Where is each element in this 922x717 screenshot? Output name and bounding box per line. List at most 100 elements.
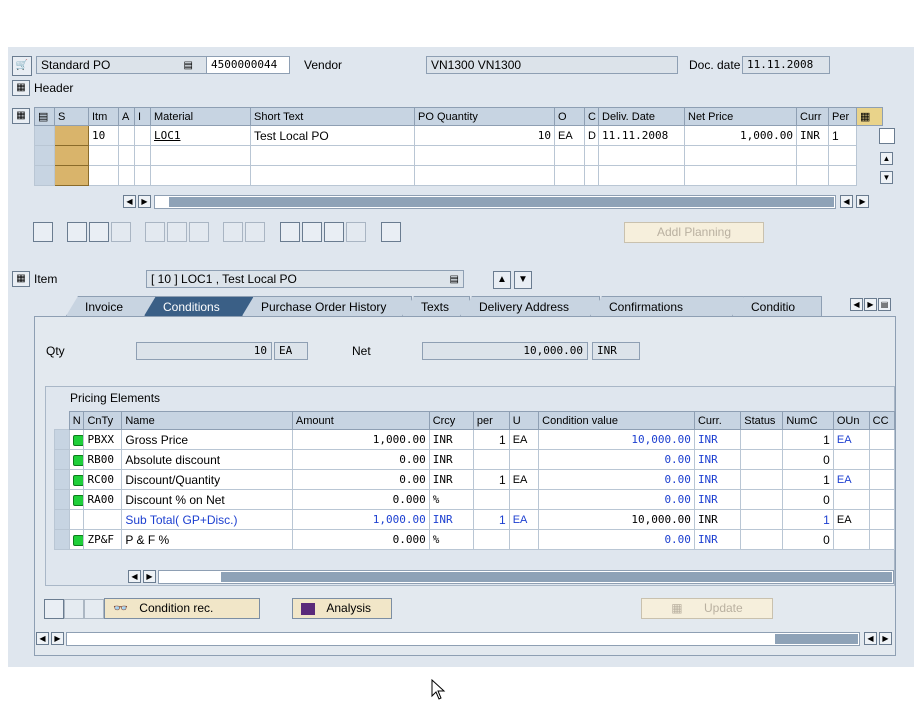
- select-all-icon[interactable]: ▤: [34, 107, 55, 126]
- oun-cell[interactable]: [832, 449, 870, 470]
- curr-cell[interactable]: INR: [693, 489, 742, 510]
- col-curr[interactable]: Curr.: [693, 411, 742, 430]
- col-per[interactable]: per: [472, 411, 510, 430]
- pricing-hscroll-thumb[interactable]: [221, 572, 892, 582]
- items-hscroll[interactable]: [154, 195, 836, 209]
- next-item-icon[interactable]: ▼: [514, 271, 532, 289]
- deselect-all-icon[interactable]: [89, 222, 109, 242]
- col-curr[interactable]: Curr: [796, 107, 829, 126]
- condition-details-icon[interactable]: [44, 599, 64, 619]
- row-selector[interactable]: [54, 489, 70, 510]
- tab-confirmations[interactable]: Confirmations: [590, 296, 744, 316]
- row-selector[interactable]: [34, 165, 55, 186]
- crcy-cell[interactable]: INR: [428, 469, 474, 490]
- cnty-cell[interactable]: PBXX: [83, 429, 123, 450]
- row-selector[interactable]: [34, 145, 55, 166]
- tab-conditio[interactable]: Conditio: [732, 296, 822, 316]
- scroll-left-icon[interactable]: ◀: [123, 195, 136, 208]
- tab-texts[interactable]: Texts: [402, 296, 470, 316]
- row-status-cell[interactable]: [54, 145, 89, 166]
- col-condition-value[interactable]: Condition value: [538, 411, 695, 430]
- row-selector[interactable]: [34, 125, 55, 146]
- total-icon[interactable]: [346, 222, 366, 242]
- cnty-cell[interactable]: RC00: [83, 469, 123, 490]
- cnty-cell[interactable]: RA00: [83, 489, 123, 510]
- per-cell[interactable]: 1: [472, 429, 510, 450]
- net-price-cell[interactable]: 1,000.00: [684, 125, 797, 146]
- numc-cell[interactable]: 1: [782, 509, 834, 530]
- col-amount[interactable]: Amount: [291, 411, 430, 430]
- name-cell[interactable]: Absolute discount: [121, 449, 293, 470]
- short-text-cell[interactable]: Test Local PO: [250, 125, 415, 146]
- per-cell[interactable]: [472, 529, 510, 550]
- status-cell[interactable]: [740, 429, 784, 450]
- amount-cell[interactable]: 1,000.00: [291, 429, 430, 450]
- oun-cell[interactable]: EA: [832, 429, 870, 450]
- status-cell[interactable]: [740, 449, 784, 470]
- filter-icon[interactable]: [302, 222, 322, 242]
- addl-planning-button[interactable]: Addl Planning: [624, 222, 764, 243]
- delete-icon[interactable]: [145, 222, 165, 242]
- oun-cell[interactable]: EA: [832, 509, 870, 530]
- row-selector[interactable]: [54, 429, 70, 450]
- curr-cell[interactable]: INR: [693, 469, 742, 490]
- table-row[interactable]: [34, 165, 883, 186]
- item-overview-icon[interactable]: ▦: [12, 108, 30, 124]
- numc-cell[interactable]: 0: [782, 529, 834, 550]
- cc-cell[interactable]: [868, 529, 896, 550]
- per-cell[interactable]: 1: [472, 509, 510, 530]
- curr-cell[interactable]: INR: [796, 125, 829, 146]
- col-itm[interactable]: Itm: [88, 107, 119, 126]
- row-selector[interactable]: [54, 529, 70, 550]
- col-cnty[interactable]: CnTy: [83, 411, 123, 430]
- status-cell[interactable]: [740, 489, 784, 510]
- amount-cell[interactable]: 0.000: [291, 529, 430, 550]
- collapse-icon[interactable]: [245, 222, 265, 242]
- panel-hscroll-thumb[interactable]: [775, 634, 858, 644]
- po-number-field[interactable]: 4500000044: [206, 56, 290, 74]
- table-settings-icon[interactable]: ▦: [856, 107, 883, 126]
- paste-icon[interactable]: [189, 222, 209, 242]
- qty-unit-field[interactable]: EA: [274, 342, 308, 360]
- table-row[interactable]: ZP&F P & F % 0.000 % 0.00 INR 0: [54, 529, 896, 550]
- oun-cell[interactable]: [832, 489, 870, 510]
- curr-cell[interactable]: INR: [693, 429, 742, 450]
- col-crcy[interactable]: Crcy: [428, 411, 474, 430]
- col-po-quantity[interactable]: PO Quantity: [414, 107, 555, 126]
- condition-rec-button[interactable]: 👓 Condition rec.: [104, 598, 260, 619]
- order-unit-cell[interactable]: EA: [554, 125, 585, 146]
- col-per[interactable]: Per: [828, 107, 857, 126]
- per-cell[interactable]: [472, 449, 510, 470]
- table-row[interactable]: 10 LOC1 Test Local PO 10 EA D 11.11.2008…: [34, 125, 883, 146]
- scroll-right-icon[interactable]: ▶: [138, 195, 151, 208]
- condition-value-cell[interactable]: 10,000.00: [538, 509, 695, 530]
- name-cell[interactable]: P & F %: [121, 529, 293, 550]
- oun-cell[interactable]: [832, 529, 870, 550]
- default-values-icon[interactable]: [381, 222, 401, 242]
- scroll-checkbox[interactable]: [879, 128, 895, 144]
- col-material[interactable]: Material: [150, 107, 251, 126]
- material-cell[interactable]: LOC1: [150, 125, 251, 146]
- u-cell[interactable]: [508, 489, 540, 510]
- doc-date-field[interactable]: 11.11.2008: [742, 56, 830, 74]
- u-cell[interactable]: EA: [508, 469, 540, 490]
- amount-cell[interactable]: 0.00: [291, 449, 430, 470]
- curr-cell[interactable]: INR: [693, 529, 742, 550]
- date-cat-cell[interactable]: D: [584, 125, 599, 146]
- update-button[interactable]: ▦ Update: [641, 598, 773, 619]
- tab-scroll-right-icon[interactable]: ▶: [864, 298, 877, 311]
- panel-scroll-right-end-icon[interactable]: ▶: [879, 632, 892, 645]
- tab-list-icon[interactable]: ▤: [878, 298, 891, 311]
- analysis-button[interactable]: Analysis: [292, 598, 392, 619]
- cc-cell[interactable]: [868, 429, 896, 450]
- cnty-cell[interactable]: RB00: [83, 449, 123, 470]
- u-cell[interactable]: EA: [508, 429, 540, 450]
- item-select-field[interactable]: [ 10 ] LOC1 , Test Local PO ▤: [146, 270, 464, 288]
- status-cell[interactable]: [740, 509, 784, 530]
- name-cell[interactable]: Gross Price: [121, 429, 293, 450]
- dropdown-icon[interactable]: ▤: [184, 58, 193, 73]
- filter-settings-icon[interactable]: [324, 222, 344, 242]
- tab-purchase-order-history[interactable]: Purchase Order History: [242, 296, 412, 316]
- scroll-down-icon[interactable]: ▼: [880, 171, 893, 184]
- condition-value-cell[interactable]: 0.00: [538, 469, 695, 490]
